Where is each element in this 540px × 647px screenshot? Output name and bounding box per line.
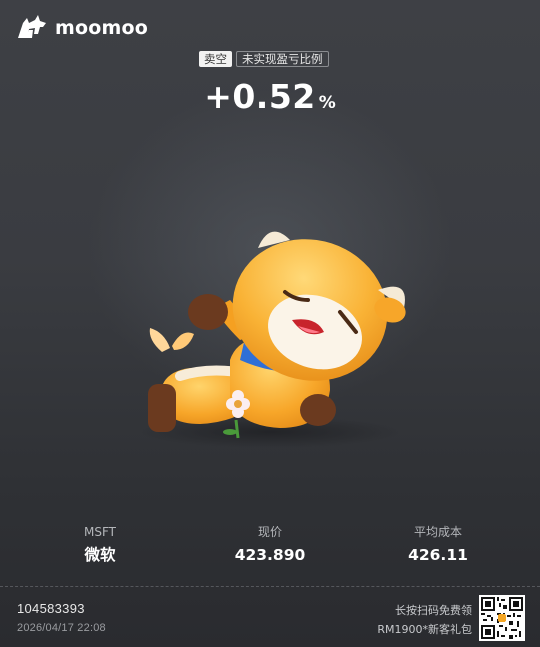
stat-value: 423.890 (234, 546, 306, 564)
moomoo-bull-logo-icon (18, 15, 46, 38)
mascot-illustration (140, 231, 406, 448)
brand-logo: moomoo (16, 14, 148, 42)
stat-symbol: MSFT 微软 (25, 524, 175, 565)
percent-value: +0.52 (204, 77, 316, 116)
qr-code-icon (481, 597, 523, 639)
stat-value: 微软 (84, 546, 116, 564)
promo-text: 长按扫码免费领 RM1900*新客礼包 (377, 601, 472, 639)
metric-tag: 未实现盈亏比例 (236, 51, 329, 67)
position-stats: MSFT 微软 现价 423.890 平均成本 426.11 (0, 524, 540, 568)
brand-name: moomoo (55, 17, 149, 39)
footer-divider (0, 586, 540, 587)
stat-label: MSFT (84, 525, 116, 539)
promo-line-2: RM1900*新客礼包 (377, 623, 472, 636)
stat-current-price: 现价 423.890 (195, 524, 345, 565)
stat-label: 现价 (257, 525, 282, 539)
timestamp: 2026/04/17 22:08 (17, 622, 106, 634)
position-tag: 卖空 (199, 51, 232, 67)
unrealized-pl-percent: +0.52% (0, 77, 540, 116)
stat-value: 426.11 (408, 546, 468, 564)
qr-code[interactable] (479, 595, 525, 641)
stat-average-cost: 平均成本 426.11 (363, 524, 513, 565)
share-card: moomoo 卖空 未实现盈亏比例 +0.52% MSFT 微软 现价 423.… (0, 0, 540, 647)
stat-label: 平均成本 (413, 525, 462, 539)
promo-line-1: 长按扫码免费领 (395, 604, 472, 617)
account-id: 104583393 (17, 601, 85, 616)
percent-unit: % (318, 93, 336, 113)
header-tags: 卖空 未实现盈亏比例 (199, 51, 329, 67)
